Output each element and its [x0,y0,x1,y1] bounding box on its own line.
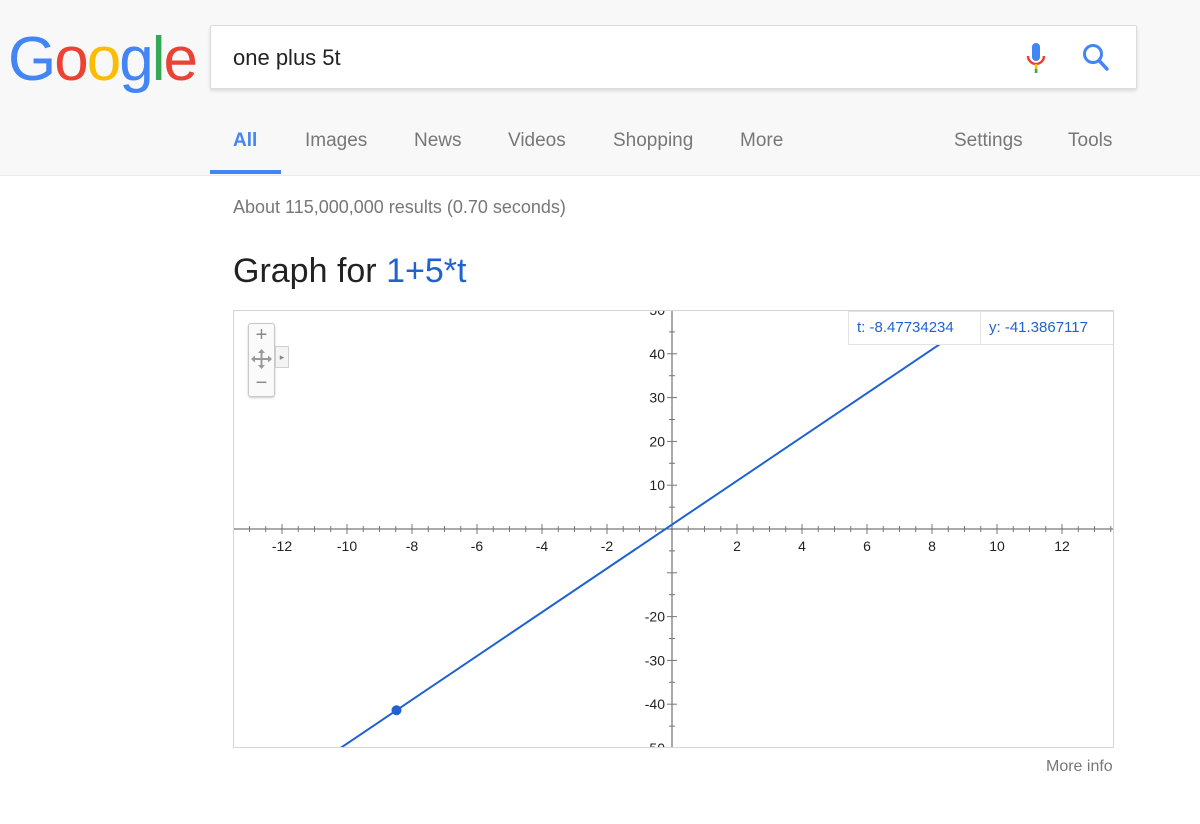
search-icon[interactable] [1081,42,1111,74]
x-tick-label: -10 [337,538,357,554]
x-tick-label: -12 [272,538,292,554]
function-graph[interactable]: -12 -10 -8 -6 -4 -2 2 4 6 8 10 12 50 40 30 20 10 -20 -30 -4… [233,310,1114,748]
y-tick-label: 40 [649,346,665,362]
y-tick-label: 30 [649,390,665,406]
x-tick-label: -8 [406,538,419,554]
tab-more[interactable]: More [740,130,783,152]
zoom-control: + − [248,323,275,397]
y-tick-label: -40 [645,696,665,712]
expand-arrow-icon[interactable]: ▸ [275,346,289,368]
x-tick-label: -2 [601,538,614,554]
y-tick-label: 50 [649,311,665,318]
logo-letter: g [119,25,154,94]
x-tick-label: -4 [536,538,549,554]
logo-letter: e [163,25,198,94]
tab-all[interactable]: All [233,130,257,152]
graph-canvas[interactable]: -12 -10 -8 -6 -4 -2 2 4 6 8 10 12 50 40 30 20 10 -20 -30 -4… [234,311,1114,748]
logo-letter: o [54,25,89,94]
active-tab-indicator [210,170,281,174]
tab-tools[interactable]: Tools [1068,130,1112,152]
trace-point [391,705,402,716]
logo-letter: o [86,25,122,94]
x-tick-label: 6 [863,538,871,554]
x-tick-label: 12 [1054,538,1070,554]
tab-videos[interactable]: Videos [508,130,566,152]
graph-title: Graph for 1+5*t [233,252,466,291]
search-input[interactable] [233,42,993,74]
zoom-in-button[interactable]: + [249,324,274,346]
microphone-icon[interactable] [1023,40,1049,76]
readout-t: t: -8.47734234 [848,311,982,345]
pan-icon[interactable] [249,348,274,370]
zoom-out-button[interactable]: − [249,372,274,394]
logo-letter: l [151,25,166,94]
tab-news[interactable]: News [414,130,462,152]
tab-images[interactable]: Images [305,130,367,152]
y-tick-label: -50 [645,740,665,748]
x-tick-label: 4 [798,538,806,554]
header: Google All Images News Videos Shopping M… [0,0,1200,176]
graph-expression[interactable]: 1+5*t [386,252,466,290]
google-logo[interactable]: Google [8,20,198,100]
logo-letter: G [8,25,56,94]
y-tick-label: -30 [645,652,665,668]
more-info-link[interactable]: More info [1046,758,1113,776]
tab-shopping[interactable]: Shopping [613,130,693,152]
y-tick-label: 20 [649,433,665,449]
y-tick-label: 10 [649,477,665,493]
x-tick-label: 2 [733,538,741,554]
tab-settings[interactable]: Settings [954,130,1023,152]
search-box [210,25,1137,89]
graph-title-prefix: Graph for [233,252,387,290]
readout-y: y: -41.3867117 [980,311,1113,345]
x-tick-label: 10 [989,538,1005,554]
x-tick-label: -6 [471,538,484,554]
x-tick-label: 8 [928,538,936,554]
result-stats: About 115,000,000 results (0.70 seconds) [233,197,566,217]
y-tick-label: -20 [645,609,665,625]
